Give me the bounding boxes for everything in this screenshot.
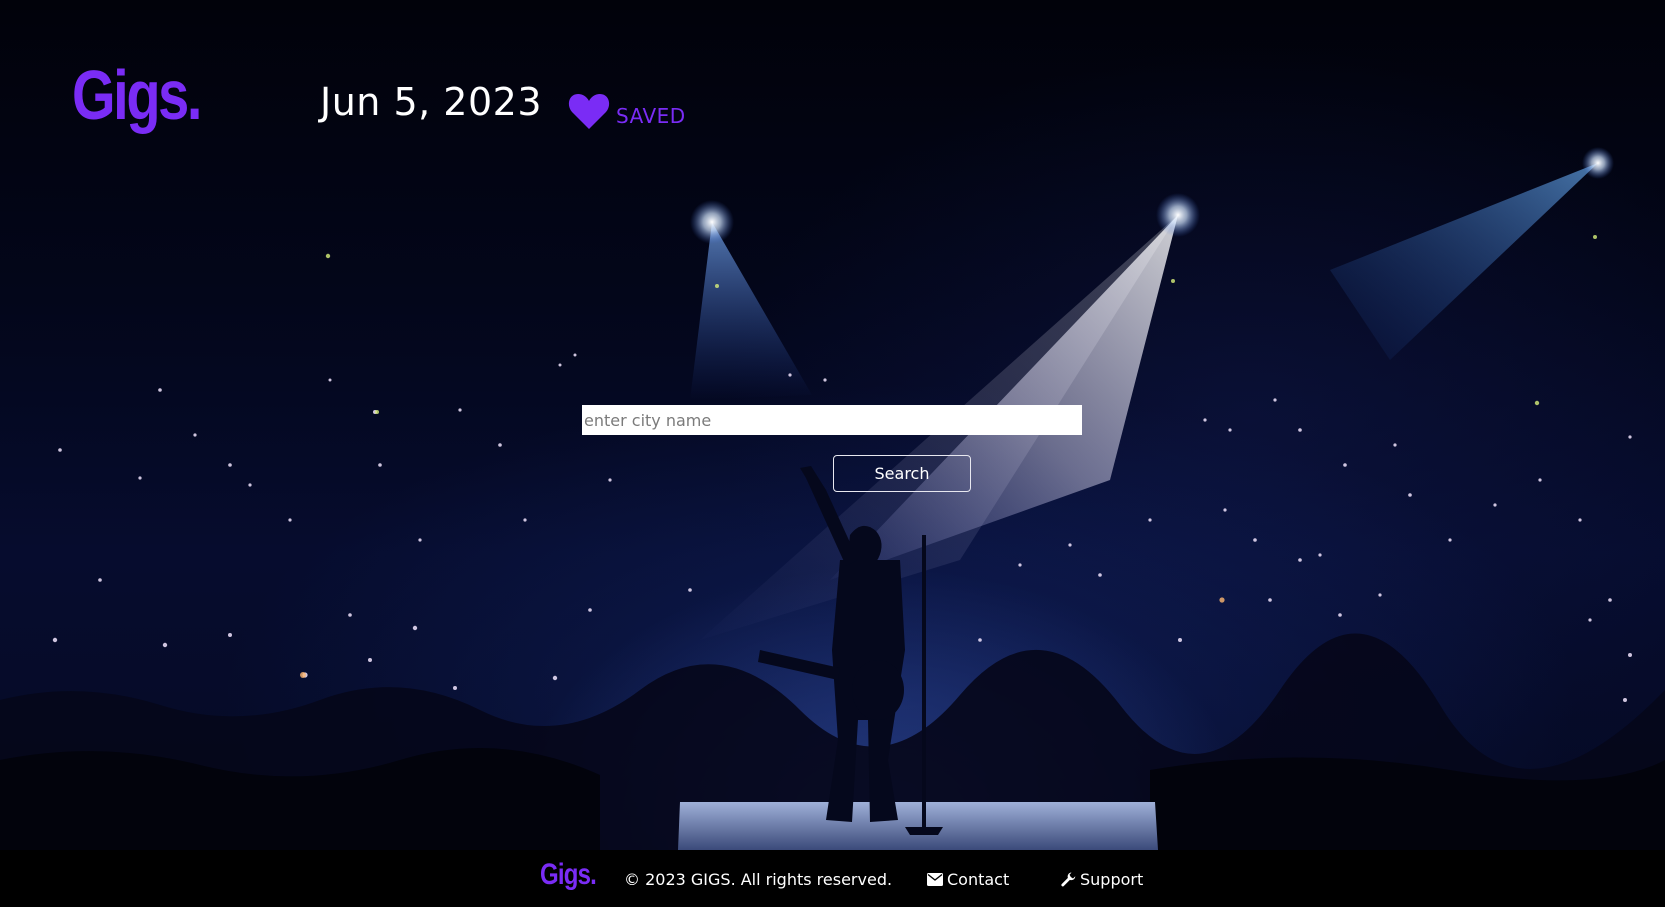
footer-logo[interactable]: Gigs. <box>540 860 597 890</box>
copyright-text: © 2023 GIGS. All rights reserved. <box>624 870 893 889</box>
saved-button[interactable]: SAVED <box>568 92 686 130</box>
current-date: Jun 5, 2023 <box>320 80 542 124</box>
heart-icon <box>568 94 610 129</box>
contact-label: Contact <box>947 870 1010 889</box>
footer: Gigs. © 2023 GIGS. All rights reserved. … <box>0 850 1665 907</box>
page: Gigs. Jun 5, 2023 SAVED Search Gigs. © 2… <box>0 0 1665 907</box>
city-search-input[interactable] <box>582 405 1082 435</box>
envelope-icon <box>927 873 943 886</box>
contact-link[interactable]: Contact <box>927 870 1009 889</box>
saved-label: SAVED <box>616 104 686 128</box>
support-label: Support <box>1080 870 1144 889</box>
support-link[interactable]: Support <box>1061 870 1143 889</box>
wrench-icon <box>1061 872 1076 887</box>
brand-logo[interactable]: Gigs. <box>72 60 202 130</box>
search-button[interactable]: Search <box>833 455 971 492</box>
